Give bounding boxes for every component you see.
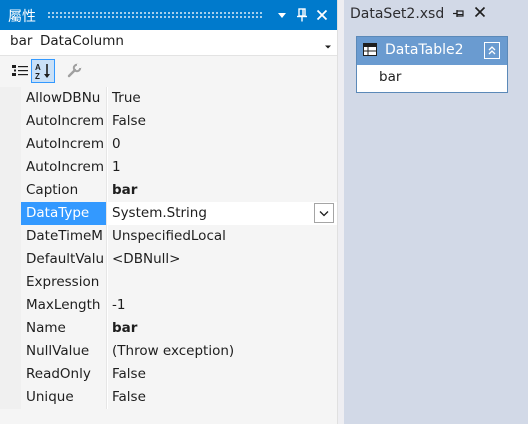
property-name: ReadOnly	[21, 363, 107, 386]
datatable-title: DataTable2	[385, 42, 464, 58]
property-row-caption[interactable]: Caption bar	[21, 179, 337, 202]
property-row-unique[interactable]: Unique False	[21, 386, 337, 409]
alphabetical-sort-icon[interactable]: A Z	[31, 59, 55, 83]
property-name: NullValue	[21, 340, 107, 363]
property-value[interactable]: bar	[108, 179, 337, 202]
property-name: AutoIncrem	[21, 156, 107, 179]
property-value[interactable]: False	[108, 363, 337, 386]
datatable-node[interactable]: DataTable2 bar	[356, 36, 508, 93]
property-value[interactable]: 1	[108, 156, 337, 179]
property-row-readonly[interactable]: ReadOnly False	[21, 363, 337, 386]
datatable-header[interactable]: DataTable2	[357, 37, 507, 65]
property-row-defaultvalue[interactable]: DefaultValu <DBNull>	[21, 248, 337, 271]
property-name: Expression	[21, 271, 107, 294]
datatable-column-row[interactable]: bar	[357, 65, 507, 92]
property-name: Caption	[21, 179, 107, 202]
document-tab-title: DataSet2.xsd	[350, 6, 445, 22]
property-row-nullvalue[interactable]: NullValue (Throw exception)	[21, 340, 337, 363]
property-name: Unique	[21, 386, 107, 409]
close-tab-icon[interactable]	[474, 6, 486, 22]
properties-title: 屬性	[8, 9, 36, 25]
svg-text:Z: Z	[35, 72, 40, 80]
property-value[interactable]: -1	[108, 294, 337, 317]
properties-toolbar: A Z	[0, 56, 337, 86]
property-value[interactable]: False	[108, 386, 337, 409]
datatype-dropdown-button[interactable]	[314, 203, 334, 223]
column-name: bar	[379, 69, 402, 85]
object-selector[interactable]: bar DataColumn	[0, 30, 337, 56]
object-name: bar	[10, 33, 33, 49]
property-row-autoincrement-step[interactable]: AutoIncrem 1	[21, 156, 337, 179]
property-row-autoincrement-seed[interactable]: AutoIncrem 0	[21, 133, 337, 156]
pin-icon[interactable]	[293, 5, 311, 25]
close-icon[interactable]	[313, 5, 331, 25]
wrench-icon[interactable]	[62, 59, 86, 83]
properties-title-bar[interactable]: 屬性	[0, 0, 337, 30]
svg-text:A: A	[35, 63, 41, 72]
property-row-name[interactable]: Name bar	[21, 317, 337, 340]
property-value[interactable]	[108, 271, 337, 294]
chevron-down-icon[interactable]	[324, 38, 332, 54]
property-name: MaxLength	[21, 294, 107, 317]
property-name: AutoIncrem	[21, 133, 107, 156]
property-value[interactable]: System.String	[108, 202, 337, 225]
property-row-expression[interactable]: Expression	[21, 271, 337, 294]
categorized-view-icon[interactable]	[8, 59, 32, 83]
property-name: DefaultValu	[21, 248, 107, 271]
property-name: AutoIncrem	[21, 110, 107, 133]
property-value[interactable]: <DBNull>	[108, 248, 337, 271]
property-name: DateTimeM	[21, 225, 107, 248]
property-value[interactable]: (Throw exception)	[108, 340, 337, 363]
chevron-down-icon	[319, 210, 329, 216]
property-row-allowdbnull[interactable]: AllowDBNu True	[21, 87, 337, 110]
table-icon	[363, 43, 379, 61]
property-grid-gutter	[0, 87, 21, 409]
property-row-datetimemode[interactable]: DateTimeM UnspecifiedLocal	[21, 225, 337, 248]
property-value[interactable]: 0	[108, 133, 337, 156]
property-name: Name	[21, 317, 107, 340]
property-row-maxlength[interactable]: MaxLength -1	[21, 294, 337, 317]
object-type: DataColumn	[40, 33, 124, 49]
properties-panel: 屬性 bar DataColumn A Z AllowDBNu True Aut…	[0, 0, 337, 424]
property-value[interactable]: UnspecifiedLocal	[108, 225, 337, 248]
property-row-datatype[interactable]: DataType System.String	[21, 202, 337, 225]
document-tab[interactable]: DataSet2.xsd	[344, 0, 496, 30]
property-value[interactable]: True	[108, 87, 337, 110]
property-value[interactable]: bar	[108, 317, 337, 340]
panel-splitter[interactable]	[337, 0, 344, 424]
title-grip[interactable]	[47, 11, 263, 18]
property-name: AllowDBNu	[21, 87, 107, 110]
property-value[interactable]: False	[108, 110, 337, 133]
window-position-dropdown-icon[interactable]	[273, 5, 291, 25]
properties-bottom-edge	[0, 409, 337, 424]
property-row-autoincrement[interactable]: AutoIncrem False	[21, 110, 337, 133]
collapse-icon[interactable]	[484, 42, 500, 59]
dataset-designer[interactable]: DataSet2.xsd DataTable2 bar	[344, 0, 528, 424]
pin-tab-icon[interactable]	[452, 8, 466, 24]
property-grid: AllowDBNu True AutoIncrem False AutoIncr…	[0, 87, 337, 409]
property-name: DataType	[21, 202, 107, 225]
